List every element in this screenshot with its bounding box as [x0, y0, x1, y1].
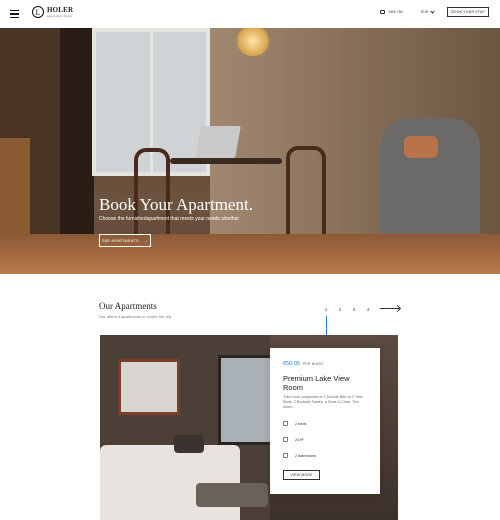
phone-link[interactable]: 1800 780: [380, 10, 403, 14]
apartment-card: €50.00 PER NIGHT Premium Lake View Room T…: [270, 348, 380, 494]
currency-label: EUR: [421, 10, 429, 14]
see-apartments-button[interactable]: SEE APARTMENTS →: [99, 234, 151, 247]
section-title: Our Apartments: [99, 301, 157, 311]
see-apartments-label: SEE APARTMENTS: [101, 238, 139, 243]
hero-title: Book Your Apartment.: [99, 195, 253, 214]
chevron-down-icon: [430, 8, 436, 14]
room-description: This room comprises of 1 Double Bed or 2…: [283, 395, 363, 409]
logo-name[interactable]: HOLER: [47, 6, 73, 14]
photo-ottoman: [196, 483, 268, 507]
room-price: €50.00 PER NIGHT: [283, 361, 324, 367]
hero-image-table: [170, 158, 282, 164]
currency-select[interactable]: EUR: [421, 8, 436, 14]
hero-image-chair: [134, 148, 170, 238]
hero-banner: [0, 28, 500, 274]
bed-icon: [283, 421, 288, 426]
feature-area: 24 ft²: [283, 437, 304, 442]
hero-image-laptop: [195, 126, 241, 158]
hero-image-chair: [286, 146, 326, 236]
feature-beds: 2 beds: [283, 421, 306, 426]
feature-label: 2 beds: [295, 421, 307, 426]
page-3[interactable]: 3: [352, 307, 356, 312]
price-unit: PER NIGHT: [302, 362, 324, 366]
bath-icon: [283, 453, 288, 458]
photo-window: [218, 355, 278, 445]
phone-number: 1800 780: [388, 10, 403, 14]
feature-label: 2 bathrooms: [295, 453, 317, 458]
hero-subtitle: Choose the furnishedapartment that meets…: [99, 216, 240, 222]
price-value: €50.00: [283, 361, 300, 367]
arrow-right-icon: →: [142, 237, 149, 244]
next-arrow-icon[interactable]: [380, 308, 400, 309]
hero-image-cabinet: [0, 138, 30, 238]
room-title[interactable]: Premium Lake View Room: [283, 374, 369, 392]
menu-icon[interactable]: [10, 10, 19, 18]
site-header: L HOLER apartment hotel 1800 780 EUR BOO…: [0, 0, 500, 28]
feature-bathrooms: 2 bathrooms: [283, 453, 316, 458]
hero-image-cushion: [404, 136, 438, 158]
hero-image-floor: [0, 234, 500, 274]
pagination: 1 2 3 4: [324, 307, 370, 312]
logo-icon[interactable]: L: [32, 6, 44, 18]
page-2[interactable]: 2: [338, 307, 342, 312]
view-more-button[interactable]: VIEW MORE: [283, 470, 320, 480]
photo-pillow: [174, 435, 204, 453]
book-your-stay-button[interactable]: BOOK YOUR STAY: [447, 7, 489, 17]
feature-label: 24 ft²: [295, 437, 304, 442]
area-icon: [283, 437, 288, 442]
photo-mirror: [118, 359, 180, 415]
section-subtitle: Our offers 4 apartments in centre the ci…: [99, 314, 172, 319]
page-4[interactable]: 4: [366, 307, 370, 312]
logo-tagline: apartment hotel: [47, 14, 73, 18]
page-1[interactable]: 1: [324, 307, 328, 312]
phone-icon: [380, 10, 385, 14]
